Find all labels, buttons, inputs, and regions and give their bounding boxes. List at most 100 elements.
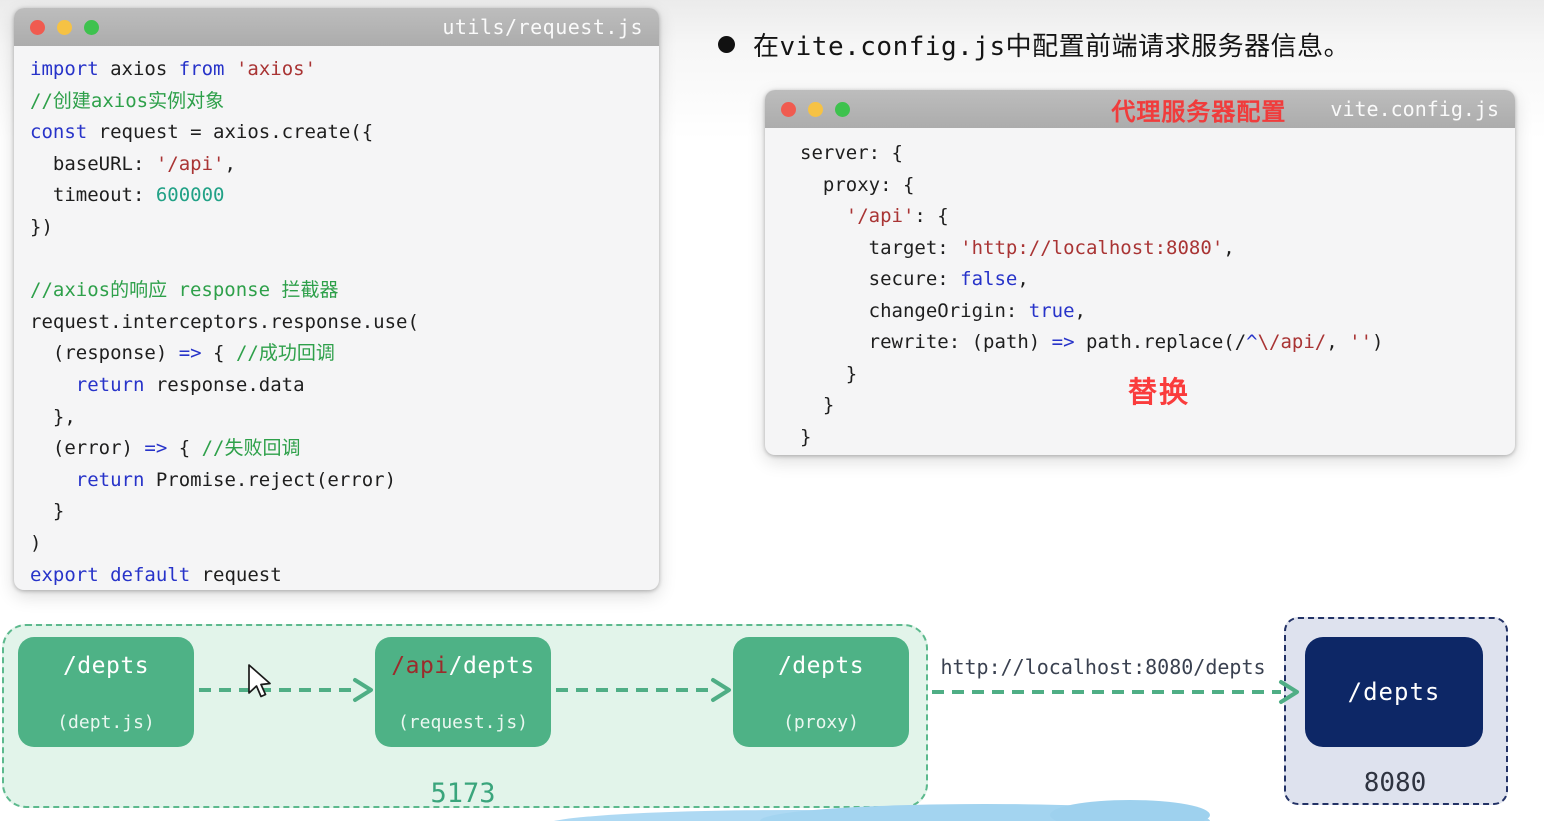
code-line xyxy=(30,244,659,276)
minimize-button-icon[interactable] xyxy=(808,102,823,117)
zoom-button-icon[interactable] xyxy=(835,102,850,117)
code-token: => xyxy=(144,437,167,459)
code-area: import axios from 'axios' //创建axios实例对象 co… xyxy=(14,46,659,591)
code-token: Promise.reject(error) xyxy=(144,469,396,491)
port-8080-label: 8080 xyxy=(1320,768,1470,798)
label-token: /depts xyxy=(778,653,864,679)
code-line: }, xyxy=(30,402,659,434)
code-token: path.replace(/ xyxy=(1075,331,1247,353)
code-token: }) xyxy=(30,216,53,238)
code-token: request xyxy=(190,564,282,586)
code-line: return Promise.reject(error) xyxy=(30,465,659,497)
code-token: } xyxy=(800,394,834,416)
bullet-point: 在vite.config.js中配置前端请求服务器信息。 xyxy=(718,26,1350,63)
code-line: timeout: 600000 xyxy=(30,180,659,212)
code-line: proxy: { xyxy=(800,170,1515,202)
code-line: secure: false, xyxy=(800,264,1515,296)
code-token: 'http://localhost:8080' xyxy=(960,237,1223,259)
code-token: '' xyxy=(1349,331,1372,353)
code-token: \/api/ xyxy=(1258,331,1327,353)
code-line: const request = axios.create({ xyxy=(30,117,659,149)
request-url-label: http://localhost:8080/depts xyxy=(930,655,1276,679)
code-token: changeOrigin: xyxy=(800,300,1029,322)
node-sublabel: (dept.js) xyxy=(57,712,155,733)
code-token: response.data xyxy=(144,374,304,396)
port-5173-label: 5173 xyxy=(398,778,528,809)
code-token: timeout: xyxy=(30,184,156,206)
node-label: /depts xyxy=(63,653,149,679)
label-token: /api xyxy=(391,653,448,679)
code-line: return response.data xyxy=(30,370,659,402)
close-button-icon[interactable] xyxy=(781,102,796,117)
code-token: (error) xyxy=(30,437,144,459)
code-token: , xyxy=(224,153,235,175)
code-token: ^ xyxy=(1246,331,1257,353)
window-titlebar: utils/request.js xyxy=(14,8,659,46)
code-token: //创建axios实例对象 xyxy=(30,90,224,112)
window-title: utils/request.js xyxy=(442,15,643,39)
code-token xyxy=(30,374,76,396)
node-label: /api/depts xyxy=(391,653,534,679)
code-token: //axios的响应 response 拦截器 xyxy=(30,279,338,301)
code-line: target: 'http://localhost:8080', xyxy=(800,233,1515,265)
code-line: changeOrigin: true, xyxy=(800,296,1515,328)
code-token: secure: xyxy=(800,268,960,290)
code-token: { xyxy=(202,342,236,364)
window-titlebar: 代理服务器配置 vite.config.js xyxy=(765,90,1515,128)
code-token: //失败回调 xyxy=(202,437,301,459)
code-line: (response) => { //成功回调 xyxy=(30,338,659,370)
code-token: '/api' xyxy=(846,205,915,227)
code-token: 'axios' xyxy=(236,58,316,80)
code-token: import xyxy=(30,58,99,80)
node-api-depts: /api/depts (request.js) xyxy=(375,637,551,747)
code-token: }, xyxy=(30,406,76,428)
zoom-button-icon[interactable] xyxy=(84,20,99,35)
code-token: true xyxy=(1029,300,1075,322)
code-token: request = axios.create({ xyxy=(87,121,373,143)
code-token: } xyxy=(800,426,811,448)
close-button-icon[interactable] xyxy=(30,20,45,35)
code-line: } xyxy=(30,496,659,528)
code-token xyxy=(99,564,110,586)
code-token: baseURL: xyxy=(30,153,156,175)
code-token: axios xyxy=(99,58,179,80)
code-token xyxy=(224,58,235,80)
code-line: '/api': { xyxy=(800,201,1515,233)
code-line: baseURL: '/api', xyxy=(30,149,659,181)
code-token: default xyxy=(110,564,190,586)
code-token: from xyxy=(179,58,225,80)
code-token: request.interceptors.response.use( xyxy=(30,311,419,333)
code-token: , xyxy=(1326,331,1349,353)
code-token: server: { xyxy=(800,142,903,164)
blue-highlight-blob xyxy=(1050,800,1210,821)
node-label: /depts xyxy=(778,653,864,679)
code-token: export xyxy=(30,564,99,586)
label-token: /depts xyxy=(449,653,535,679)
code-line: } xyxy=(800,422,1515,454)
node-depts-client: /depts (dept.js) xyxy=(18,637,194,747)
code-line: (error) => { //失败回调 xyxy=(30,433,659,465)
proxy-config-label: 代理服务器配置 xyxy=(1111,92,1286,127)
code-token: (response) xyxy=(30,342,179,364)
node-sublabel: (proxy) xyxy=(783,712,859,733)
code-line: rewrite: (path) => path.replace(/^\/api/… xyxy=(800,327,1515,359)
code-token: : { xyxy=(914,205,948,227)
code-token: target: xyxy=(800,237,960,259)
code-token: rewrite: (path) xyxy=(800,331,1052,353)
code-token: } xyxy=(30,500,64,522)
minimize-button-icon[interactable] xyxy=(57,20,72,35)
label-token: /depts xyxy=(63,653,149,679)
node-label: /depts xyxy=(1348,678,1441,706)
code-line: //创建axios实例对象 xyxy=(30,86,659,118)
code-token: const xyxy=(30,121,87,143)
node-depts-proxy: /depts (proxy) xyxy=(733,637,909,747)
code-line: //axios的响应 response 拦截器 xyxy=(30,275,659,307)
bullet-icon xyxy=(718,36,735,53)
replace-annotation: 替换 xyxy=(1128,369,1190,411)
code-token xyxy=(30,469,76,491)
code-token: , xyxy=(1223,237,1234,259)
code-line: request.interceptors.response.use( xyxy=(30,307,659,339)
code-token: //成功回调 xyxy=(236,342,335,364)
code-token: => xyxy=(179,342,202,364)
code-token: proxy: { xyxy=(800,174,914,196)
